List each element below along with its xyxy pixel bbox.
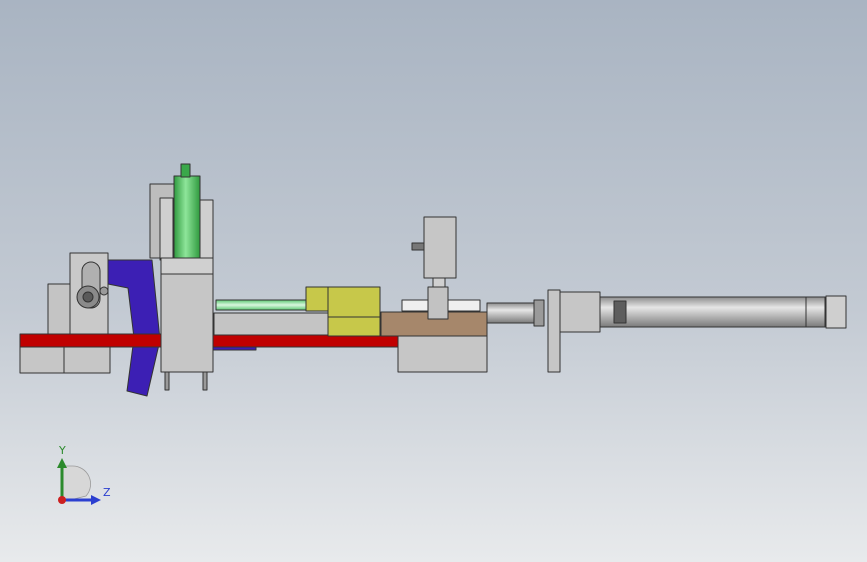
left-end-plate xyxy=(47,283,71,337)
y-axis-label: Y xyxy=(59,444,66,457)
gripper-jaw xyxy=(427,286,449,320)
shaft-end-cap xyxy=(825,295,847,329)
assembly-model[interactable] xyxy=(0,0,867,562)
yellow-block-large xyxy=(327,286,381,337)
column-base xyxy=(160,257,214,275)
left-base-block xyxy=(19,346,111,374)
motor-block xyxy=(559,291,601,333)
axis-triad xyxy=(57,458,101,505)
gripper-fitting xyxy=(411,242,425,251)
cylinder-cap xyxy=(180,163,191,178)
yellow-block-small xyxy=(305,286,331,312)
column-lower-body xyxy=(160,273,214,373)
flange-plate xyxy=(547,289,561,373)
slide-body xyxy=(213,312,331,336)
green-rod xyxy=(215,299,309,311)
cad-viewport[interactable]: Y Z xyxy=(0,0,867,562)
column-side-plate xyxy=(159,197,174,261)
z-axis-label: Z xyxy=(103,486,111,499)
shaft-collar xyxy=(613,300,627,324)
column-right-plate xyxy=(199,199,214,261)
long-shaft xyxy=(599,296,826,328)
gripper-head xyxy=(423,216,457,279)
green-cylinder xyxy=(173,175,201,261)
blue-bracket xyxy=(107,259,161,397)
lower-base-block xyxy=(397,335,488,373)
